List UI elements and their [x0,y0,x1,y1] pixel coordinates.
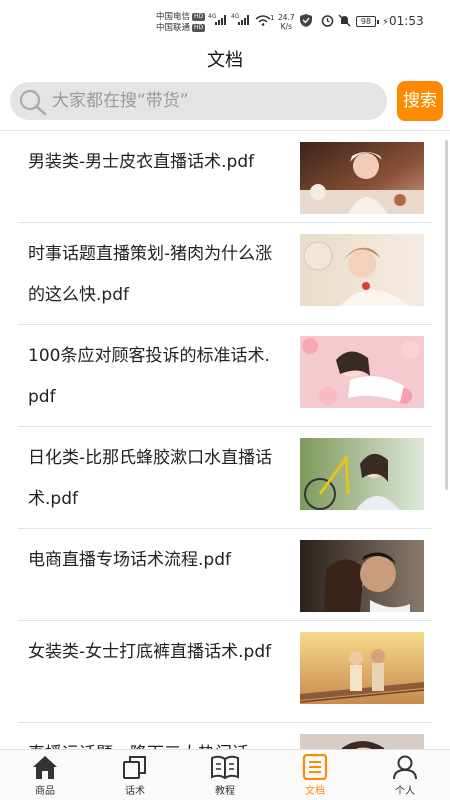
nav-item-profile[interactable]: 个人 [370,754,440,797]
scrollbar[interactable] [445,140,448,490]
carrier-1: 中国电信 [156,12,191,22]
signal-icon-2 [238,15,249,25]
hd-badge: HD [192,12,206,21]
thumbnail-image [300,438,424,510]
list-item[interactable]: 日化类-比那氏蜂胶漱口水直播话术.pdf [18,427,432,529]
search-icon [19,89,47,116]
thumbnail-image [300,734,424,749]
list-item[interactable]: 电商直播专场话术流程.pdf [18,529,432,621]
search-input[interactable] [52,82,372,120]
search-box[interactable] [10,82,387,120]
status-time: ⚡01:53 [382,14,424,28]
carrier-2: 中国联通 [156,23,191,33]
mute-bell-icon [338,14,351,27]
signal-icon [215,15,226,25]
alarm-icon [321,15,334,27]
hd-badge-2: HD [192,23,206,32]
document-title: 100条应对顾客投诉的标准话术.pdf [28,346,270,407]
battery-indicator: 98 [356,16,379,27]
document-list[interactable]: 男装类-男士皮衣直播话术.pdf 时事话题直播策划-猪肉为什么涨的这么快.pdf [0,131,450,749]
wifi-number: 1 [270,14,275,22]
list-item[interactable]: 男装类-男士皮衣直播话术.pdf [18,131,432,223]
document-title: 电商直播专场话术流程.pdf [28,550,231,570]
document-title: 男装类-男士皮衣直播话术.pdf [28,152,255,172]
nav-label-profile: 个人 [395,786,415,797]
copy-icon [123,756,146,779]
list-item[interactable]: 时事话题直播策划-猪肉为什么涨的这么快.pdf [18,223,432,325]
nav-label-products: 商品 [35,786,55,797]
speed-value: 24.7 [278,13,295,22]
speed-unit: K/s [280,22,293,31]
document-title: 女装类-女士打底裤直播话术.pdf [28,642,272,662]
nav-item-tutorials[interactable]: 教程 [190,754,260,797]
document-title: 日化类-比那氏蜂胶漱口水直播话术.pdf [28,448,273,509]
status-bar: 中国电信 HD 中国联通 HD 4G 4G 1 24.7 K/s 98 ⚡01:53 [0,0,450,40]
thumbnail-image [300,336,424,408]
list-item[interactable]: 女装类-女士打底裤直播话术.pdf [18,621,432,723]
charging-icon: ⚡ [382,17,390,28]
thumbnail-image [300,632,424,704]
time-text: 01:53 [389,14,424,28]
nav-item-products[interactable]: 商品 [10,754,80,797]
network-speed: 24.7 K/s [278,13,295,31]
person-icon [393,755,417,780]
list-item[interactable]: 100条应对顾客投诉的标准话术.pdf [18,325,432,427]
nav-label-tutorials: 教程 [215,786,235,797]
document-icon [302,754,328,780]
nav-item-scripts[interactable]: 话术 [100,754,170,797]
document-title: 直播运话题—降下三大热门话 [28,734,278,749]
list-item[interactable]: 直播运话题—降下三大热门话 [18,723,432,749]
bottom-navigation: 商品 话术 教程 文档 个人 [0,749,450,800]
thumbnail-image [300,234,424,306]
book-icon [211,755,239,780]
page-title: 文档 [207,50,243,71]
carrier-info: 中国电信 HD 中国联通 HD [156,12,206,34]
wifi-icon [255,15,271,26]
thumbnail-image [300,540,424,612]
document-title: 时事话题直播策划-猪肉为什么涨的这么快.pdf [28,244,273,305]
nav-label-scripts: 话术 [125,786,145,797]
shield-icon [300,14,312,27]
search-button[interactable]: 搜索 [397,81,443,121]
nav-item-documents[interactable]: 文档 [280,754,350,797]
thumbnail-image [300,142,424,214]
nav-label-documents: 文档 [305,786,325,797]
home-icon [33,756,57,779]
